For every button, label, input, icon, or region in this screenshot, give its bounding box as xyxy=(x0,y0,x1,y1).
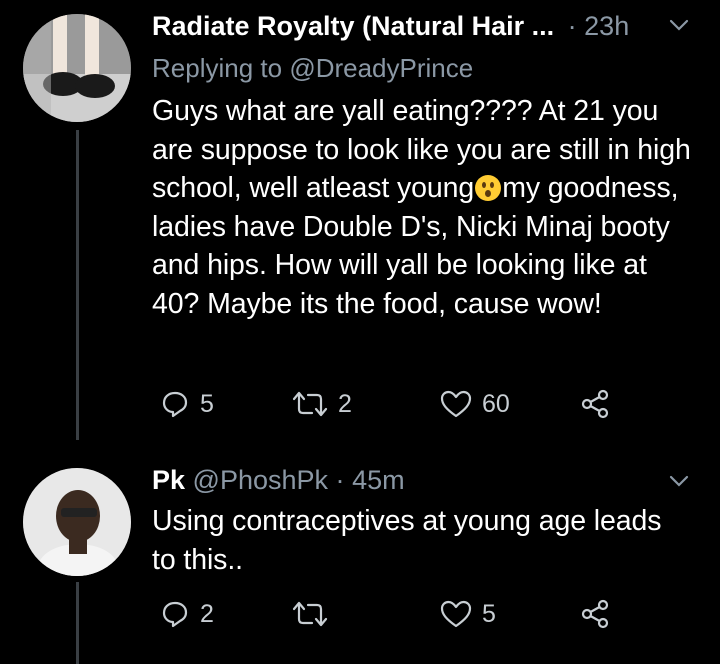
avatar-image xyxy=(23,468,131,576)
action-bar: 2 5 xyxy=(152,594,652,634)
like-icon xyxy=(440,390,472,418)
retweet-count: 2 xyxy=(338,389,352,418)
avatar-image xyxy=(23,14,131,122)
avatar[interactable] xyxy=(23,14,131,122)
tweet-header: Radiate Royalty (Natural Hair ... · 23h xyxy=(152,10,629,42)
share-icon xyxy=(581,599,609,629)
replying-prefix: Replying to xyxy=(152,53,283,83)
share-button[interactable] xyxy=(580,384,610,424)
like-count: 5 xyxy=(482,599,496,628)
like-icon xyxy=(440,600,472,628)
replying-handle[interactable]: @DreadyPrince xyxy=(289,53,473,83)
like-count: 60 xyxy=(482,389,510,418)
like-button[interactable]: 5 xyxy=(440,594,496,634)
reply-button[interactable]: 2 xyxy=(160,594,214,634)
display-name[interactable]: Radiate Royalty (Natural Hair ... xyxy=(152,11,554,41)
share-icon xyxy=(581,389,609,419)
reply-button[interactable]: 5 xyxy=(160,384,214,424)
retweet-button[interactable] xyxy=(292,594,338,634)
avatar[interactable] xyxy=(23,468,131,576)
tweet-text: Using contraceptives at young age leads … xyxy=(152,505,662,576)
reply-count: 2 xyxy=(200,599,214,628)
retweet-icon xyxy=(292,391,328,417)
like-button[interactable]: 60 xyxy=(440,384,510,424)
retweet-icon xyxy=(292,601,328,627)
tweet[interactable]: Pk @PhoshPk · 45m Using contraceptives a… xyxy=(0,450,720,664)
separator: · xyxy=(335,465,345,495)
timestamp[interactable]: 45m xyxy=(352,465,405,495)
share-button[interactable] xyxy=(580,594,610,634)
reply-icon xyxy=(162,391,188,418)
hushed-face-emoji xyxy=(475,175,502,201)
display-name[interactable]: Pk xyxy=(152,465,185,495)
reply-icon xyxy=(162,601,188,628)
tweet[interactable]: Radiate Royalty (Natural Hair ... · 23h … xyxy=(0,0,720,450)
tweet-header: Pk @PhoshPk · 45m xyxy=(152,464,405,496)
chevron-down-icon[interactable] xyxy=(668,14,690,36)
separator: · xyxy=(567,11,577,41)
handle[interactable]: @PhoshPk xyxy=(193,465,328,495)
replying-to: Replying to @DreadyPrince xyxy=(152,52,473,84)
timestamp[interactable]: 23h xyxy=(584,11,629,41)
reply-count: 5 xyxy=(200,389,214,418)
action-bar: 5 2 60 xyxy=(152,384,652,424)
tweet-text: Guys what are yall eating???? At 21 you … xyxy=(152,92,692,323)
chevron-down-icon[interactable] xyxy=(668,470,690,492)
retweet-button[interactable]: 2 xyxy=(292,384,352,424)
